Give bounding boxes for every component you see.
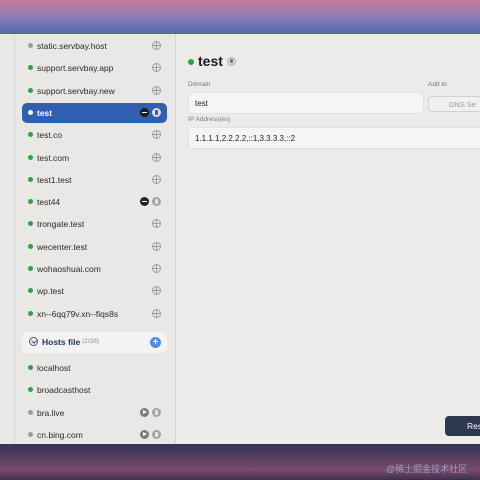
stop-icon[interactable] (140, 197, 149, 207)
sidebar-item-xn-6qq79v-xn-fiqs8s[interactable]: xn--6qq79v.xn--fiqs8s (22, 304, 167, 324)
sidebar-item-support-servbay-app[interactable]: support.servbay.app (22, 58, 167, 78)
sidebar-item-trongate-test[interactable]: trongate.test (22, 214, 167, 234)
status-dot (28, 65, 33, 71)
trash-icon[interactable] (227, 57, 236, 66)
add-to-label: Add to (428, 81, 447, 88)
reset-button[interactable]: Res (445, 416, 480, 436)
globe-icon[interactable] (152, 286, 161, 296)
ip-address-value: 1.1.1.1,2.2.2.2,::1,3.3.3.3,::2 (195, 134, 296, 143)
reset-button-label: Res (467, 421, 480, 431)
sidebar-item-test[interactable]: test (22, 102, 167, 123)
globe-icon[interactable] (152, 85, 161, 95)
status-dot (28, 387, 33, 393)
group-count: (2/28) (82, 338, 99, 345)
host-label: wp.test (37, 286, 64, 297)
host-label: bra.live (37, 407, 65, 418)
sidebar-item-wp-test[interactable]: wp.test (22, 281, 167, 301)
status-dot (28, 288, 33, 294)
play-icon[interactable] (140, 407, 149, 417)
host-label: test (37, 107, 53, 118)
status-dot (28, 43, 33, 48)
globe-icon[interactable] (152, 41, 161, 50)
detail-panel: test Domain test Add to DNS Se IP Addres… (176, 34, 480, 444)
sidebar-item-test1-test[interactable]: test1.test (22, 170, 167, 190)
sidebar-item-static-servbay-host[interactable]: static.servbay.host (22, 36, 167, 56)
status-dot (28, 243, 33, 249)
trash-icon[interactable] (152, 429, 161, 439)
status-dot (28, 87, 33, 93)
host-label: cn.bing.com (37, 429, 83, 440)
globe-icon[interactable] (152, 63, 161, 73)
status-dot (28, 310, 33, 316)
globe-icon[interactable] (152, 152, 161, 162)
hosts-item-bra-live[interactable]: bra.live (22, 403, 167, 423)
ip-address-label: IP Address(es) (188, 116, 231, 123)
globe-icon[interactable] (152, 264, 161, 273)
globe-icon[interactable] (152, 219, 161, 229)
status-dot (28, 409, 33, 415)
globe-icon[interactable] (152, 130, 161, 140)
host-label: broadcasthost (37, 385, 91, 396)
host-label: test1.test (37, 174, 72, 185)
host-label: xn--6qq79v.xn--fiqs8s (37, 308, 119, 319)
host-label: localhost (37, 363, 71, 373)
status-dot (28, 221, 33, 227)
status-dot (28, 154, 33, 160)
trash-icon[interactable] (152, 107, 161, 117)
host-label: support.servbay.new (37, 85, 115, 96)
chevron-down-icon[interactable] (29, 337, 38, 346)
domain-field[interactable]: test (188, 92, 424, 114)
trash-icon[interactable] (152, 407, 161, 417)
host-label: trongate.test (37, 219, 85, 230)
play-icon[interactable] (140, 429, 149, 439)
globe-icon[interactable] (152, 308, 161, 318)
host-label: wecenter.test (37, 241, 88, 252)
domain-label: Domain (188, 81, 211, 88)
host-label: static.servbay.host (37, 41, 107, 51)
group-title: Hosts file (42, 337, 81, 347)
status-dot (28, 109, 33, 115)
host-label: wohaoshuai.com (37, 264, 101, 274)
sidebar-divider (14, 34, 15, 444)
sidebar-item-support-servbay-new[interactable]: support.servbay.new (22, 81, 167, 101)
status-dot (28, 132, 33, 138)
globe-icon[interactable] (152, 241, 161, 251)
hosts-file-group[interactable]: Hosts file (2/28) + (22, 332, 167, 353)
sidebar-item-test44[interactable]: test44 (22, 192, 167, 212)
status-dot (28, 266, 33, 271)
host-label: test.com (37, 152, 70, 163)
status-dot (28, 365, 33, 370)
sidebar-item-test-com[interactable]: test.com (22, 148, 167, 168)
hosts-item-broadcasthost[interactable]: broadcasthost (22, 380, 167, 400)
add-to-select[interactable]: DNS Se (428, 96, 480, 112)
status-dot (28, 176, 33, 182)
hosts-item-localhost[interactable]: localhost (22, 358, 167, 378)
sidebar-item-test-co[interactable]: test.co (22, 125, 167, 145)
host-label: test44 (37, 197, 61, 208)
trash-icon[interactable] (152, 197, 161, 207)
host-label: test.co (37, 130, 63, 141)
sidebar-item-wohaoshuai-com[interactable]: wohaoshuai.com (22, 259, 167, 279)
stop-icon[interactable] (140, 107, 149, 117)
watermark: @稀土掘金技术社区 (386, 464, 468, 474)
globe-icon[interactable] (152, 174, 161, 184)
domain-value: test (195, 99, 208, 108)
host-label: support.servbay.app (37, 63, 114, 74)
status-dot (28, 431, 33, 437)
plus-icon[interactable]: + (150, 337, 161, 348)
ip-address-field[interactable]: 1.1.1.1,2.2.2.2,::1,3.3.3.3,::2 (188, 127, 480, 149)
page-title: test (198, 53, 223, 69)
sidebar: static.servbay.host support.servbay.app su… (0, 34, 176, 444)
hosts-item-cn-bing-com[interactable]: cn.bing.com (22, 425, 167, 444)
app-window: static.servbay.host support.servbay.app su… (0, 34, 480, 444)
sidebar-item-wecenter-test[interactable]: wecenter.test (22, 237, 167, 257)
add-to-value: DNS Se (449, 100, 477, 109)
status-dot (28, 199, 33, 205)
status-dot (188, 59, 194, 65)
